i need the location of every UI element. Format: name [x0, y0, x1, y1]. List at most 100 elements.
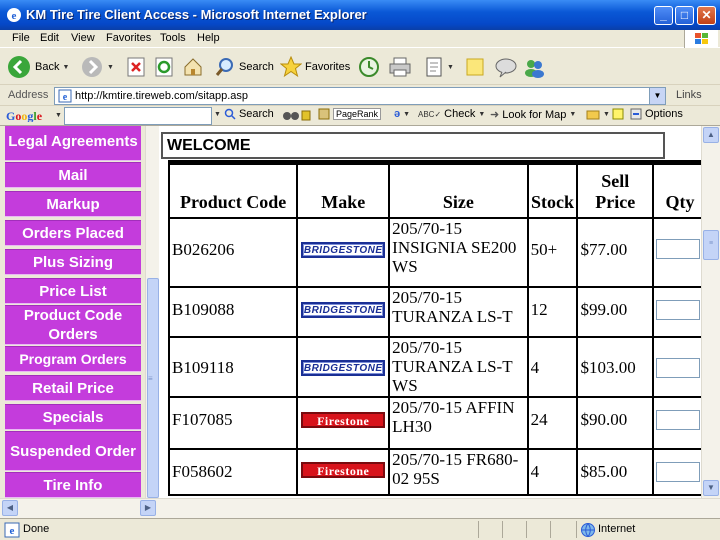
refresh-icon: [155, 57, 173, 77]
lookup-button[interactable]: ➜ Look for Map ▼: [490, 108, 576, 122]
google-search-button[interactable]: ▼ Search: [214, 108, 274, 120]
price-value: $85.00: [580, 462, 628, 481]
qty-input[interactable]: [656, 239, 701, 259]
horizontal-scrollbar[interactable]: ◀ ▶: [0, 498, 720, 518]
stop-icon: [127, 57, 145, 77]
scroll-left-icon[interactable]: ◀: [2, 500, 18, 516]
qty-input[interactable]: [656, 300, 701, 320]
nav-specials[interactable]: Specials: [5, 404, 141, 430]
minimize-button[interactable]: _: [654, 6, 673, 25]
nav-plus-sizing[interactable]: Plus Sizing: [5, 249, 141, 275]
back-button[interactable]: Back ▼: [6, 53, 69, 81]
price-value: $77.00: [580, 240, 628, 259]
menu-file[interactable]: File: [12, 32, 30, 44]
product-code-cell: B109118: [167, 336, 299, 398]
stop-button[interactable]: [126, 53, 146, 81]
qty-input[interactable]: [656, 410, 701, 430]
main-scrollbar[interactable]: ▲ ≡ ▼: [701, 126, 720, 498]
make-cell: Firestone: [296, 448, 391, 496]
discuss-button[interactable]: [494, 53, 518, 81]
nav-legal-agreements[interactable]: Legal Agreements: [5, 126, 141, 161]
nav-suspended-order[interactable]: Suspended Order: [5, 431, 141, 471]
search-button[interactable]: Search: [214, 53, 274, 81]
product-code-cell: B109088: [167, 286, 299, 338]
address-field[interactable]: e http://kmtire.tireweb.com/sitapp.asp ▼: [54, 87, 666, 105]
sticky-note-icon: [466, 58, 484, 76]
google-search-input[interactable]: [64, 107, 212, 125]
nav-product-code-orders[interactable]: Product Code Orders: [5, 305, 141, 345]
sidebar-scrollbar[interactable]: ≡: [145, 126, 159, 498]
favorites-button[interactable]: Favorites: [280, 53, 350, 81]
notes-button[interactable]: [464, 53, 486, 81]
nav-price-list[interactable]: Price List: [5, 278, 141, 304]
main-scroll-thumb[interactable]: ≡: [703, 230, 719, 260]
chat-bubble-icon: [495, 58, 517, 78]
size-cell: 205/70-15 TURANZA LS-T: [388, 286, 529, 338]
messenger-button[interactable]: [523, 53, 545, 81]
edit-button[interactable]: ▼: [424, 53, 454, 81]
sell-price-label: Sell Price: [595, 171, 636, 212]
menu-favorites[interactable]: Favorites: [106, 32, 151, 44]
qty-input[interactable]: [656, 358, 701, 378]
home-button[interactable]: [182, 53, 204, 81]
menu-edit[interactable]: Edit: [40, 32, 59, 44]
nav-mail[interactable]: Mail: [5, 162, 141, 188]
send-to-button[interactable]: ▼: [586, 108, 610, 120]
options-button[interactable]: Options: [630, 108, 683, 120]
nav-markup[interactable]: Markup: [5, 191, 141, 217]
google-toolbar: Google ▼ ▼ Search PageRank ə ▼ ABC✓ Chec…: [0, 106, 720, 126]
google-tools[interactable]: [282, 108, 312, 122]
make-cell: BRIDGESTONE: [296, 336, 391, 398]
chevron-down-icon: ▼: [603, 110, 610, 118]
close-button[interactable]: ✕: [697, 6, 716, 25]
stock-value: 50+: [530, 240, 558, 259]
menu-tools[interactable]: Tools: [160, 32, 186, 44]
google-logo[interactable]: Google ▼: [6, 108, 62, 122]
price-cell: $90.00: [576, 396, 655, 450]
pagerank-indicator[interactable]: PageRank: [318, 108, 382, 120]
chevron-down-icon[interactable]: ▼: [649, 88, 665, 104]
col-qty: Qty: [652, 163, 701, 219]
scroll-up-icon[interactable]: ▲: [703, 127, 719, 143]
svg-text:Google: Google: [6, 109, 43, 122]
google-autofill[interactable]: ə ▼: [394, 108, 410, 120]
stock-value: 4: [530, 358, 540, 377]
favorites-label: Favorites: [305, 61, 351, 73]
qty-cell: [652, 396, 701, 450]
bridgestone-logo: BRIDGESTONE: [301, 360, 386, 376]
stock-cell: 24: [526, 396, 579, 450]
highlight-button[interactable]: [612, 108, 624, 120]
table-row: F058602 Firestone 205/70-15 FR680-02 95S…: [167, 448, 701, 496]
nav-program-orders[interactable]: Program Orders: [5, 346, 141, 372]
menu-view[interactable]: View: [71, 32, 95, 44]
messenger-icon: [525, 60, 544, 78]
page-icon: e: [58, 89, 72, 103]
scroll-right-icon[interactable]: ▶: [140, 500, 156, 516]
refresh-button[interactable]: [154, 53, 174, 81]
address-url: http://kmtire.tireweb.com/sitapp.asp: [75, 90, 249, 102]
qty-input[interactable]: [656, 462, 701, 482]
pagerank-label: PageRank: [333, 108, 382, 120]
links-label[interactable]: Links: [676, 89, 702, 101]
back-label: Back: [35, 61, 60, 73]
history-button[interactable]: [357, 53, 381, 81]
chevron-down-icon: ▼: [447, 63, 454, 71]
forward-button[interactable]: ▼: [80, 53, 114, 81]
search-icon: [215, 58, 233, 76]
print-button[interactable]: [388, 53, 412, 81]
address-label: Address: [8, 89, 49, 101]
col-make: Make: [296, 163, 391, 219]
nav-orders-placed[interactable]: Orders Placed: [5, 220, 141, 246]
table-row: B109118 BRIDGESTONE 205/70-15 TURANZA LS…: [167, 336, 701, 398]
nav-tire-info[interactable]: Tire Info: [5, 472, 141, 498]
spell-check-button[interactable]: ABC✓ Check ▼: [418, 108, 485, 120]
menu-help[interactable]: Help: [197, 32, 220, 44]
make-cell: BRIDGESTONE: [296, 217, 391, 288]
nav-retail-price[interactable]: Retail Price: [5, 375, 141, 401]
scroll-down-icon[interactable]: ▼: [703, 480, 719, 496]
document-icon: [426, 57, 442, 77]
sidebar-scroll-thumb[interactable]: [147, 278, 159, 498]
maximize-button[interactable]: □: [675, 6, 694, 25]
col-stock: Stock: [526, 163, 579, 219]
printer-icon: [389, 57, 411, 77]
